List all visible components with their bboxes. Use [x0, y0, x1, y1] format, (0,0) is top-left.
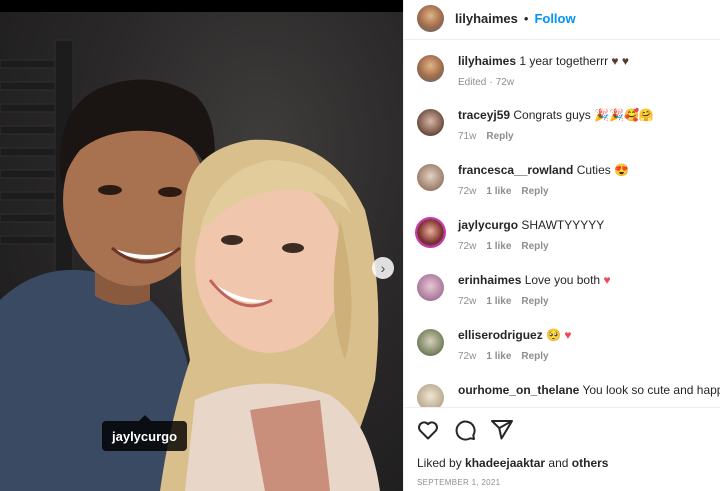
reply-button[interactable]: Reply — [521, 186, 548, 197]
avatar[interactable] — [417, 329, 444, 356]
comment-time[interactable]: 72w — [458, 241, 476, 252]
avatar[interactable] — [417, 109, 444, 136]
comment-likes[interactable]: 1 like — [486, 296, 511, 307]
comment-item: ourhome_on_thelane You look so cute and … — [417, 383, 720, 407]
comment-item: erinhaimes Love you both ♥ 72w 1 like Repl… — [417, 273, 717, 309]
comment-time[interactable]: 72w — [458, 186, 476, 197]
comment-item: jaylycurgo SHAWTYYYYY 72w 1 like Reply — [417, 218, 717, 254]
comment-emoji: 😍 — [614, 163, 630, 177]
comment-time[interactable]: 71w — [458, 131, 476, 142]
user-tag[interactable]: jaylycurgo — [102, 415, 188, 451]
comment-username[interactable]: ourhome_on_thelane — [458, 383, 579, 397]
edited-label: Edited — [458, 77, 487, 88]
comment-time[interactable]: 72w — [458, 296, 476, 307]
comments-list[interactable]: lilyhaimes 1 year togetherrr ♥ ♥ Edited ·… — [404, 42, 720, 407]
meta-separator: · — [489, 77, 493, 88]
avatar[interactable] — [417, 4, 444, 32]
liked-by-others[interactable]: others — [572, 456, 609, 470]
heart-icon[interactable] — [416, 418, 440, 442]
comment-icon[interactable] — [453, 418, 477, 442]
post-header: lilyhaimes • Follow — [404, 0, 720, 36]
comment-likes[interactable]: 1 like — [486, 351, 511, 362]
likes-middle: and — [545, 456, 572, 470]
avatar[interactable] — [417, 164, 444, 191]
comment-emoji: ♥ — [603, 273, 611, 287]
avatar[interactable] — [417, 384, 444, 407]
comment-username[interactable]: erinhaimes — [458, 273, 521, 287]
comment-text: Congrats guys — [510, 108, 595, 122]
comment-text: Cuties — [573, 163, 615, 177]
reply-button[interactable]: Reply — [521, 241, 548, 252]
comment-username[interactable]: traceyj59 — [458, 108, 510, 122]
comment-text: Love you both — [521, 273, 604, 287]
caption: lilyhaimes 1 year togetherrr ♥ ♥ Edited ·… — [417, 54, 717, 90]
caption-time[interactable]: 72w — [496, 77, 514, 88]
post-sidebar: lilyhaimes • Follow lilyhaimes 1 year to… — [403, 0, 720, 491]
share-icon[interactable] — [490, 418, 514, 442]
liked-by-user[interactable]: khadeejaaktar — [465, 456, 545, 470]
caption-username[interactable]: lilyhaimes — [458, 54, 516, 68]
caption-text: 1 year togetherrr — [516, 54, 612, 68]
reply-button[interactable]: Reply — [521, 296, 548, 307]
follow-button[interactable]: Follow — [534, 11, 575, 26]
comment-item: traceyj59 Congrats guys 🎉🎉🥰🤗 71w Reply — [417, 108, 717, 144]
comment-text: SHAWTYYYYY — [518, 218, 605, 232]
comment-item: francesca__rowland Cuties 😍 72w 1 like Rep… — [417, 163, 717, 199]
reply-button[interactable]: Reply — [486, 131, 513, 142]
photo-scene — [0, 39, 380, 491]
comment-item: elliserodriguez 🥺 ♥ 72w 1 like Reply — [417, 328, 717, 364]
user-tag-label: jaylycurgo — [112, 428, 178, 444]
chevron-right-icon: › — [380, 260, 386, 276]
caption-emoji: ♥ ♥ — [611, 54, 630, 68]
avatar[interactable] — [417, 274, 444, 301]
action-bar — [416, 418, 514, 442]
likes-prefix: Liked by — [417, 456, 466, 470]
comment-likes[interactable]: 1 like — [486, 186, 511, 197]
comment-username[interactable]: francesca__rowland — [458, 163, 573, 177]
header-username[interactable]: lilyhaimes — [455, 11, 518, 26]
likes-summary: Liked by khadeejaaktar and others — [417, 456, 608, 470]
comment-emoji: 🥺 ♥ — [546, 328, 572, 342]
comment-emoji: 🎉🎉🥰🤗 — [594, 108, 654, 122]
comment-likes[interactable]: 1 like — [486, 241, 511, 252]
divider — [404, 407, 720, 408]
post-photo[interactable]: › jaylycurgo — [0, 0, 403, 491]
divider — [404, 39, 720, 40]
comment-time[interactable]: 72w — [458, 351, 476, 362]
comment-username[interactable]: elliserodriguez — [458, 328, 543, 342]
avatar[interactable] — [417, 219, 444, 246]
post-date[interactable]: SEPTEMBER 1, 2021 — [417, 478, 500, 487]
next-photo-button[interactable]: › — [372, 257, 394, 279]
reply-button[interactable]: Reply — [521, 351, 548, 362]
avatar[interactable] — [417, 55, 444, 82]
comment-username[interactable]: jaylycurgo — [458, 218, 518, 232]
comment-text: You look so cute and happy — [579, 383, 720, 397]
separator-dot: • — [523, 10, 529, 26]
